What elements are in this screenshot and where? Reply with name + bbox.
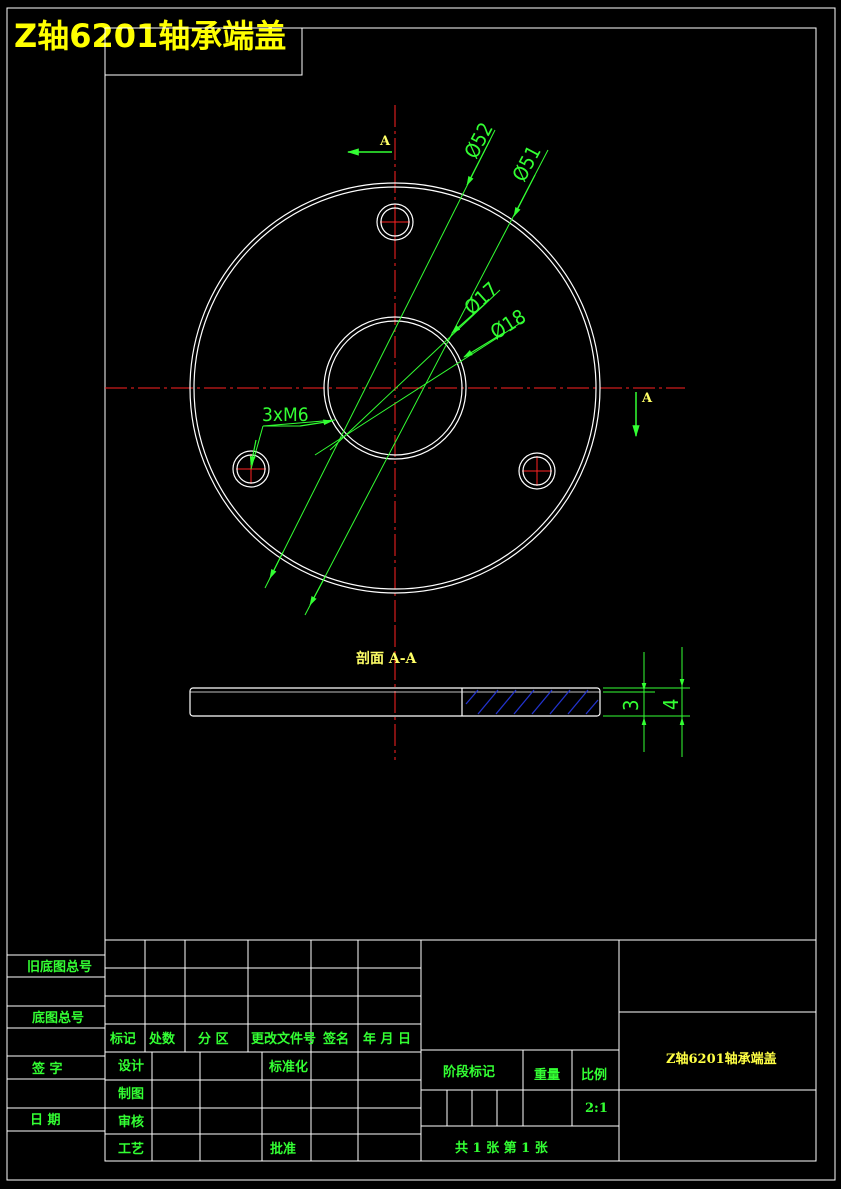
header-mark: 标记 bbox=[109, 1031, 136, 1047]
section-title: 剖面 A-A bbox=[356, 650, 418, 667]
label-date: 日 期 bbox=[30, 1113, 61, 1128]
dimension-leaders bbox=[250, 129, 549, 616]
left-record-strip bbox=[7, 954, 105, 1132]
label-drafting: 制图 bbox=[118, 1086, 144, 1102]
dim-d17: Ø17 bbox=[459, 277, 503, 320]
dim-d51: Ø51 bbox=[507, 141, 546, 185]
label-signature: 签 字 bbox=[31, 1061, 63, 1077]
label-weight: 重量 bbox=[534, 1067, 560, 1083]
title-block-grid bbox=[105, 939, 816, 1161]
header-change-doc: 更改文件号 bbox=[251, 1031, 316, 1047]
label-approve: 批准 bbox=[270, 1141, 296, 1157]
section-hatching bbox=[465, 689, 599, 715]
label-sheets: 共 1 张 第 1 张 bbox=[455, 1140, 549, 1156]
section-marker-top: A bbox=[379, 134, 391, 149]
label-stage-mark: 阶段标记 bbox=[443, 1064, 495, 1080]
value-scale: 2:1 bbox=[585, 1101, 608, 1116]
label-standardization: 标准化 bbox=[268, 1059, 308, 1075]
label-base-no: 底图总号 bbox=[32, 1010, 84, 1026]
label-process: 工艺 bbox=[118, 1141, 144, 1157]
drawing-name: Z轴6201轴承端盖 bbox=[666, 1051, 777, 1067]
label-scale: 比例 bbox=[581, 1067, 607, 1083]
header-count: 处数 bbox=[148, 1031, 176, 1047]
header-signature: 签名 bbox=[322, 1031, 349, 1047]
dim-thickness-4: 4 bbox=[659, 699, 683, 710]
dim-d52: Ø52 bbox=[459, 118, 498, 162]
section-marker-right: A bbox=[641, 391, 653, 406]
header-date: 年 月 日 bbox=[363, 1031, 411, 1047]
label-review: 审核 bbox=[118, 1114, 144, 1130]
label-design: 设计 bbox=[118, 1058, 144, 1074]
dim-thickness-3: 3 bbox=[619, 700, 643, 711]
header-zone: 分 区 bbox=[198, 1031, 229, 1047]
dim-d18: Ø18 bbox=[486, 304, 530, 344]
drawing-canvas: A A Ø52 Ø51 Ø17 Ø18 3xM6 剖面 A-A 3 4 旧底图总… bbox=[6, 7, 836, 1181]
label-old-base-no: 旧底图总号 bbox=[27, 959, 92, 975]
dim-holes: 3xM6 bbox=[262, 404, 309, 426]
